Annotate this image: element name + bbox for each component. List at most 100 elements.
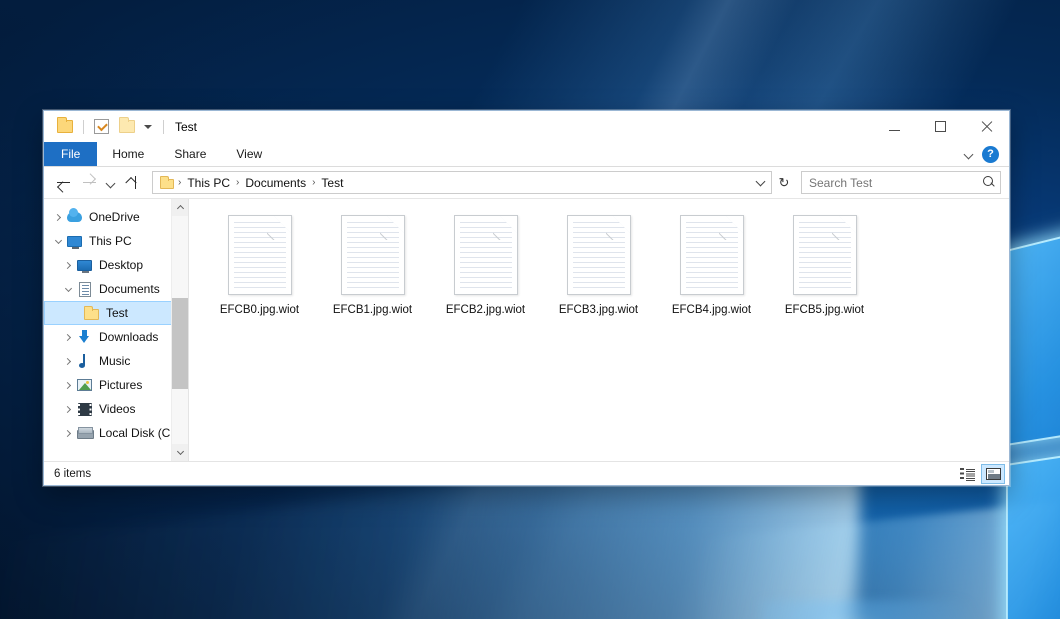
file-item[interactable]: EFCB5.jpg.wiot xyxy=(768,211,881,323)
properties-checkbox-icon[interactable] xyxy=(94,119,109,134)
details-view-icon xyxy=(960,468,975,479)
forward-button[interactable] xyxy=(76,170,102,196)
cloud-icon xyxy=(66,209,83,225)
chevron-right-icon[interactable] xyxy=(60,329,76,345)
chevron-down-icon[interactable] xyxy=(172,444,188,461)
disk-icon xyxy=(76,425,93,441)
view-mode-buttons xyxy=(955,464,1005,484)
chevron-down-icon[interactable] xyxy=(751,172,769,193)
help-icon[interactable]: ? xyxy=(982,146,999,163)
up-button[interactable] xyxy=(122,170,148,196)
breadcrumb: › This PC › Documents › Test xyxy=(158,174,751,192)
generic-document-icon xyxy=(454,215,518,295)
qat-separator-2 xyxy=(163,120,164,134)
close-icon xyxy=(980,120,993,133)
document-icon xyxy=(76,281,93,297)
arrow-right-icon xyxy=(82,175,97,190)
arrow-left-icon xyxy=(56,175,71,190)
chevron-right-icon[interactable] xyxy=(60,377,76,393)
sidebar-item-this-pc[interactable]: This PC xyxy=(44,229,188,253)
breadcrumb-test[interactable]: Test xyxy=(316,174,348,192)
sidebar-item-test[interactable]: Test xyxy=(44,301,188,325)
chevron-down-icon[interactable] xyxy=(50,233,66,249)
pictures-icon xyxy=(76,377,93,393)
chevron-down-icon[interactable] xyxy=(60,281,76,297)
file-list-area[interactable]: EFCB0.jpg.wiot EFCB1.jpg.wiot xyxy=(189,199,1009,461)
qat-separator-1 xyxy=(83,120,84,134)
chevron-up-icon[interactable] xyxy=(172,199,188,216)
chevron-right-icon[interactable] xyxy=(60,257,76,273)
sidebar-item-label: Desktop xyxy=(99,258,143,272)
maximize-icon xyxy=(935,121,946,132)
sidebar-item-downloads[interactable]: Downloads xyxy=(44,325,188,349)
chevron-right-icon[interactable] xyxy=(60,353,76,369)
file-name: EFCB4.jpg.wiot xyxy=(672,303,751,317)
ribbon-tab-bar: File Home Share View ? xyxy=(44,142,1009,167)
sidebar-item-label: OneDrive xyxy=(89,210,140,224)
minimize-button[interactable] xyxy=(871,111,917,142)
tab-view[interactable]: View xyxy=(221,142,277,166)
close-button[interactable] xyxy=(963,111,1009,142)
file-item[interactable]: EFCB0.jpg.wiot xyxy=(203,211,316,323)
monitor-icon xyxy=(66,233,83,249)
arrow-up-icon xyxy=(128,175,143,190)
large-icons-view-icon xyxy=(986,468,1001,480)
generic-document-icon xyxy=(567,215,631,295)
status-bar: 6 items xyxy=(44,461,1009,485)
sidebar-item-videos[interactable]: Videos xyxy=(44,397,188,421)
file-item[interactable]: EFCB2.jpg.wiot xyxy=(429,211,542,323)
chevron-right-icon[interactable] xyxy=(60,401,76,417)
generic-document-icon xyxy=(228,215,292,295)
chevron-down-icon[interactable] xyxy=(965,150,974,159)
window-controls xyxy=(871,111,1009,142)
file-name: EFCB1.jpg.wiot xyxy=(333,303,412,317)
explorer-system-menu-icon[interactable] xyxy=(57,120,73,134)
download-icon xyxy=(76,329,93,345)
generic-document-icon xyxy=(680,215,744,295)
chevron-right-icon[interactable] xyxy=(50,209,66,225)
tab-home[interactable]: Home xyxy=(97,142,159,166)
title-bar: Test xyxy=(44,111,1009,142)
tab-file[interactable]: File xyxy=(44,142,97,166)
search-box[interactable] xyxy=(801,171,1001,194)
sidebar-item-onedrive[interactable]: OneDrive xyxy=(44,205,188,229)
file-item[interactable]: EFCB4.jpg.wiot xyxy=(655,211,768,323)
details-view-button[interactable] xyxy=(955,464,979,484)
chevron-right-icon[interactable] xyxy=(60,425,76,441)
file-name: EFCB0.jpg.wiot xyxy=(220,303,299,317)
tab-share[interactable]: Share xyxy=(159,142,221,166)
videos-icon xyxy=(76,401,93,417)
scrollbar-track[interactable] xyxy=(172,216,188,444)
address-bar[interactable]: › This PC › Documents › Test xyxy=(152,171,772,194)
search-icon[interactable] xyxy=(983,176,996,189)
scrollbar-thumb[interactable] xyxy=(172,298,188,389)
large-icons-view-button[interactable] xyxy=(981,464,1005,484)
chevron-down-icon[interactable] xyxy=(144,125,152,129)
sidebar-item-documents[interactable]: Documents xyxy=(44,277,188,301)
maximize-button[interactable] xyxy=(917,111,963,142)
search-input[interactable] xyxy=(809,176,983,190)
file-item[interactable]: EFCB1.jpg.wiot xyxy=(316,211,429,323)
sidebar-item-music[interactable]: Music xyxy=(44,349,188,373)
folder-icon xyxy=(158,177,177,189)
sidebar-item-desktop[interactable]: Desktop xyxy=(44,253,188,277)
sidebar-item-local-disk-c[interactable]: Local Disk (C:) xyxy=(44,421,188,445)
breadcrumb-this-pc[interactable]: This PC xyxy=(182,174,235,192)
logo-pane-bottom-left xyxy=(1006,442,1060,619)
folder-tree: OneDrive This PC Desktop xyxy=(44,199,188,461)
sidebar-item-pictures[interactable]: Pictures xyxy=(44,373,188,397)
desktop-icon xyxy=(76,257,93,273)
sidebar-scrollbar[interactable] xyxy=(171,199,188,461)
new-folder-icon[interactable] xyxy=(119,120,135,134)
navigation-pane: OneDrive This PC Desktop xyxy=(44,199,189,461)
item-count-label: 6 items xyxy=(54,468,955,480)
chevron-down-icon xyxy=(104,175,120,191)
sidebar-item-label: Pictures xyxy=(99,378,142,392)
music-icon xyxy=(76,353,93,369)
refresh-button[interactable]: ↻ xyxy=(773,171,795,194)
back-button[interactable] xyxy=(50,170,76,196)
desktop-wallpaper: Test File Home Share View ? xyxy=(0,0,1060,619)
file-item[interactable]: EFCB3.jpg.wiot xyxy=(542,211,655,323)
breadcrumb-documents[interactable]: Documents xyxy=(240,174,311,192)
recent-locations-button[interactable] xyxy=(102,170,122,196)
